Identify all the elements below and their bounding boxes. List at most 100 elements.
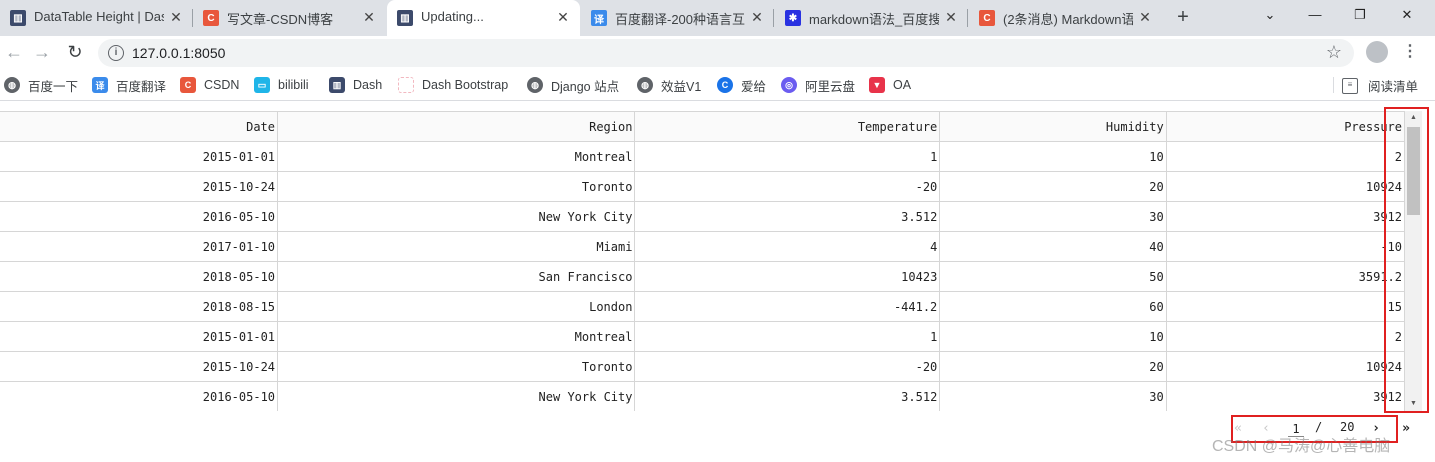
table-cell[interactable]: 2015-01-01 xyxy=(0,321,279,352)
address-bar[interactable]: i 127.0.0.1:8050 ☆ xyxy=(98,39,1354,67)
close-icon[interactable]: ✕ xyxy=(167,8,185,26)
column-header-pressure[interactable]: Pressure xyxy=(1165,111,1405,142)
table-row: 2015-10-24 Toronto -20 20 10924 xyxy=(0,351,1405,382)
restore-button[interactable]: ❐ xyxy=(1345,4,1375,26)
bookmark-item[interactable]: Dash Bootstrap xyxy=(398,76,508,94)
tab-title: Updating... xyxy=(421,9,484,24)
table-cell[interactable]: 2016-05-10 xyxy=(0,381,279,411)
bookmark-item[interactable]: ◍ Django 站点 xyxy=(527,76,619,94)
table-cell[interactable]: 3.512 xyxy=(634,381,941,411)
table-cell[interactable]: 3.512 xyxy=(634,201,941,232)
table-cell[interactable]: 10 xyxy=(939,141,1167,172)
table-row: 2015-10-24 Toronto -20 20 10924 xyxy=(0,171,1405,202)
table-cell[interactable]: 3912 xyxy=(1165,381,1405,411)
close-icon[interactable]: ✕ xyxy=(942,8,960,26)
translate-icon: 译 xyxy=(92,77,108,93)
table-cell[interactable]: Toronto xyxy=(277,351,636,382)
table-cell[interactable]: 50 xyxy=(939,261,1167,292)
table-cell[interactable]: -20 xyxy=(634,351,941,382)
bookmark-item[interactable]: ▭ bilibili xyxy=(254,76,309,94)
bookmark-item[interactable]: 译 百度翻译 xyxy=(92,76,166,94)
table-cell[interactable]: 4 xyxy=(634,231,941,262)
bookmark-item[interactable]: ▥ Dash xyxy=(329,76,382,94)
table-cell[interactable]: 2015-10-24 xyxy=(0,351,279,382)
browser-toolbar: ← → ↻ i 127.0.0.1:8050 ☆ ⋮ xyxy=(0,36,1435,70)
table-cell[interactable]: 15 xyxy=(1165,291,1405,322)
table-cell[interactable]: 20 xyxy=(939,351,1167,382)
table-cell[interactable]: Toronto xyxy=(277,171,636,202)
tab-1[interactable]: C 写文章-CSDN博客 ✕ xyxy=(193,0,386,36)
table-cell[interactable]: 2015-10-24 xyxy=(0,171,279,202)
tab-title: markdown语法_百度搜 xyxy=(809,12,939,27)
table-cell[interactable]: Montreal xyxy=(277,141,636,172)
table-cell[interactable]: 10 xyxy=(939,321,1167,352)
table-cell[interactable]: 10924 xyxy=(1165,351,1405,382)
table-cell[interactable]: Miami xyxy=(277,231,636,262)
last-page-button[interactable]: » xyxy=(1395,418,1417,440)
chevron-down-icon[interactable]: ⌄ xyxy=(1255,4,1285,26)
minimize-button[interactable]: — xyxy=(1300,4,1330,26)
table-cell[interactable]: Montreal xyxy=(277,321,636,352)
table-cell[interactable]: 1 xyxy=(634,321,941,352)
column-header-region[interactable]: Region xyxy=(277,111,636,142)
profile-avatar[interactable] xyxy=(1366,41,1388,63)
info-icon[interactable]: i xyxy=(108,45,124,61)
reading-list-button[interactable]: ≡ 阅读清单 xyxy=(1342,76,1418,95)
column-header-date[interactable]: Date xyxy=(0,111,279,142)
table-cell[interactable]: 3912 xyxy=(1165,201,1405,232)
star-icon[interactable]: ☆ xyxy=(1326,42,1342,63)
table-cell[interactable]: 20 xyxy=(939,171,1167,202)
table-cell[interactable]: 30 xyxy=(939,201,1167,232)
tab-4[interactable]: ✱ markdown语法_百度搜 ✕ xyxy=(775,0,968,36)
table-cell[interactable]: 30 xyxy=(939,381,1167,411)
column-header-humidity[interactable]: Humidity xyxy=(939,111,1167,142)
oa-icon: ▼ xyxy=(869,77,885,93)
table-cell[interactable]: New York City xyxy=(277,201,636,232)
close-icon[interactable]: ✕ xyxy=(360,8,378,26)
tab-0[interactable]: ▥ DataTable Height | Das ✕ xyxy=(0,0,193,36)
table-cell[interactable]: 2 xyxy=(1165,321,1405,352)
table-cell[interactable]: 2015-01-01 xyxy=(0,141,279,172)
aliyun-icon: ◎ xyxy=(781,77,797,93)
data-table-container[interactable]: Date Region Temperature Humidity Pressur… xyxy=(0,111,1405,411)
table-cell[interactable]: -441.2 xyxy=(634,291,941,322)
tab-title: 写文章-CSDN博客 xyxy=(227,12,334,27)
table-cell[interactable]: London xyxy=(277,291,636,322)
reload-button[interactable]: ↻ xyxy=(63,40,87,64)
table-cell[interactable]: 2 xyxy=(1165,141,1405,172)
bookmark-item[interactable]: C CSDN xyxy=(180,76,239,94)
table-cell[interactable]: 2018-05-10 xyxy=(0,261,279,292)
table-cell[interactable]: New York City xyxy=(277,381,636,411)
close-icon[interactable]: ✕ xyxy=(1136,8,1154,26)
bookmark-item[interactable]: ◍ 百度一下 xyxy=(4,76,78,94)
more-menu-icon[interactable]: ⋮ xyxy=(1402,41,1418,63)
table-cell[interactable]: 40 xyxy=(939,231,1167,262)
table-cell[interactable]: -20 xyxy=(634,171,941,202)
tab-3[interactable]: 译 百度翻译-200种语言互译 ✕ xyxy=(581,0,774,36)
table-cell[interactable]: 60 xyxy=(939,291,1167,322)
table-cell[interactable]: 2016-05-10 xyxy=(0,201,279,232)
window-close-button[interactable]: ✕ xyxy=(1392,4,1422,26)
table-cell[interactable]: 1 xyxy=(634,141,941,172)
tab-2-active[interactable]: ▥ Updating... ✕ xyxy=(387,0,580,36)
table-cell[interactable]: 10924 xyxy=(1165,171,1405,202)
back-button[interactable]: ← xyxy=(2,40,26,64)
close-icon[interactable]: ✕ xyxy=(554,8,572,26)
bookmark-item[interactable]: C 爱给 xyxy=(717,76,766,94)
bookmark-item[interactable]: ◎ 阿里云盘 xyxy=(781,76,855,94)
table-cell[interactable]: 2017-01-10 xyxy=(0,231,279,262)
bookmark-label: Django 站点 xyxy=(551,79,620,94)
new-tab-button[interactable]: + xyxy=(1172,6,1194,28)
bookmark-item[interactable]: ▼ OA xyxy=(869,76,911,94)
bookmark-item[interactable]: ◍ 效益V1 xyxy=(637,76,701,94)
table-cell[interactable]: San Francisco xyxy=(277,261,636,292)
tab-5[interactable]: C (2条消息) Markdown语 ✕ xyxy=(969,0,1162,36)
column-header-temperature[interactable]: Temperature xyxy=(634,111,941,142)
table-cell[interactable]: 10423 xyxy=(634,261,941,292)
table-cell[interactable]: 2018-08-15 xyxy=(0,291,279,322)
table-cell[interactable]: -10 xyxy=(1165,231,1405,262)
close-icon[interactable]: ✕ xyxy=(748,8,766,26)
forward-button[interactable]: → xyxy=(30,40,54,64)
table-cell[interactable]: 3591.2 xyxy=(1165,261,1405,292)
table-row: 2018-05-10 San Francisco 10423 50 3591.2 xyxy=(0,261,1405,292)
